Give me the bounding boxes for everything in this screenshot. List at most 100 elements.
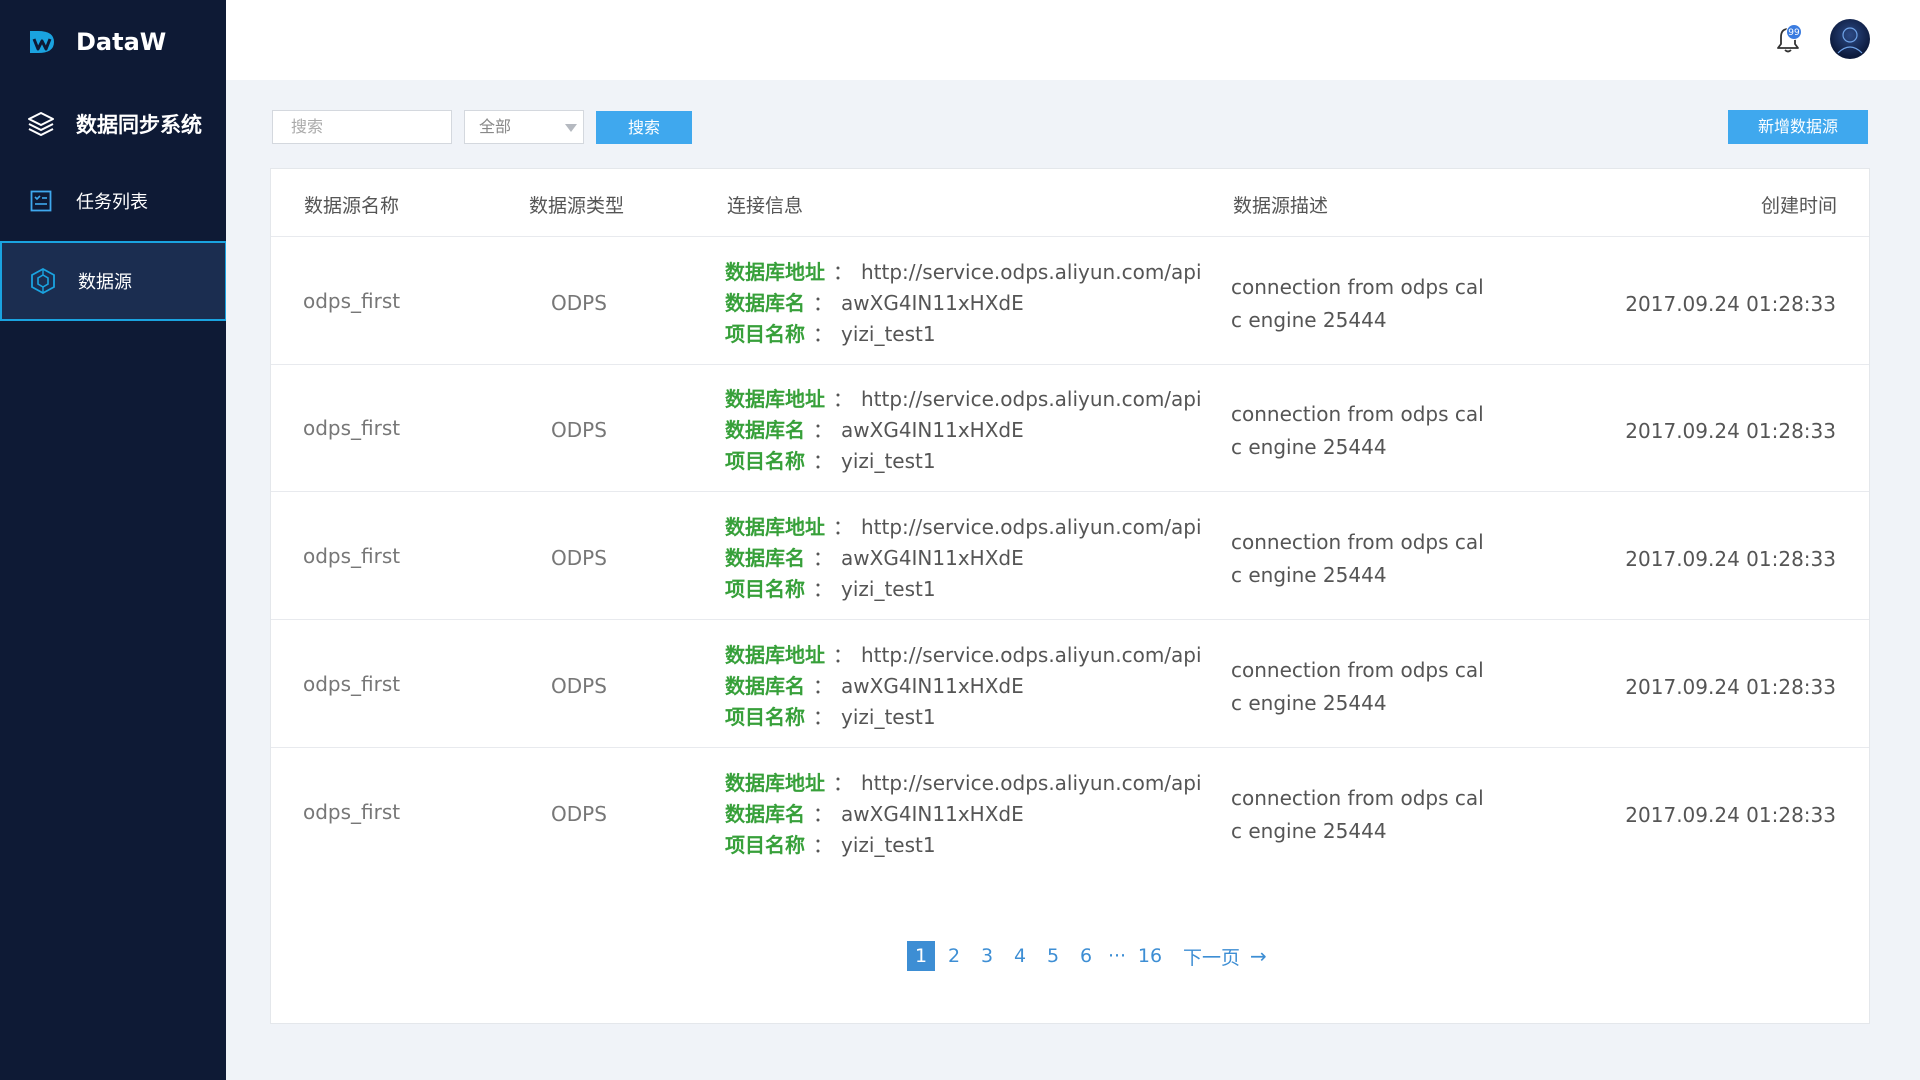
connection-value: awXG4IN11xHXdE	[841, 674, 1024, 698]
search-input[interactable]: 搜索	[272, 110, 452, 144]
sidebar-item-sync-system[interactable]: 数据同步系统	[0, 96, 226, 152]
connection-value: http://service.odps.aliyun.com/api	[861, 515, 1202, 539]
connection-separator: ：	[813, 449, 833, 473]
connection-line: 数据库地址 ： http://service.odps.aliyun.com/api	[725, 257, 1202, 288]
connection-key: 数据库地址	[725, 260, 825, 284]
connection-key: 数据库名	[725, 546, 805, 570]
connection-separator: ：	[813, 577, 833, 601]
connection-line: 数据库地址 ： http://service.odps.aliyun.com/api	[725, 640, 1202, 671]
table-row[interactable]: odps_first ODPS 数据库地址 ： http://service.odps.…	[271, 748, 1869, 876]
connection-line: 项目名称 ： yizi_test1	[725, 702, 1202, 733]
sidebar-item-label: 数据同步系统	[76, 113, 202, 137]
description-line: c engine 25444	[1231, 691, 1387, 715]
description-line: c engine 25444	[1231, 435, 1387, 459]
connection-value: awXG4IN11xHXdE	[841, 291, 1024, 315]
page-button-4[interactable]: 4	[1006, 941, 1034, 971]
description-line: connection from odps cal	[1231, 658, 1484, 682]
connection-separator: ：	[813, 291, 833, 315]
connection-line: 数据库名 ： awXG4IN11xHXdE	[725, 288, 1202, 319]
connection-value: awXG4IN11xHXdE	[841, 802, 1024, 826]
connection-line: 数据库地址 ： http://service.odps.aliyun.com/api	[725, 512, 1202, 543]
column-header-name: 数据源名称	[304, 195, 400, 217]
table-row[interactable]: odps_first ODPS 数据库地址 ： http://service.odps.…	[271, 364, 1869, 492]
task-list-icon	[26, 186, 56, 216]
cell-datasource-name: odps_first	[303, 800, 401, 824]
connection-key: 数据库名	[725, 291, 805, 315]
connection-key: 数据库名	[725, 802, 805, 826]
page-button-last[interactable]: 16	[1133, 945, 1167, 967]
connection-value: yizi_test1	[841, 833, 936, 857]
connection-key: 数据库地址	[725, 771, 825, 795]
connection-line: 数据库名 ： awXG4IN11xHXdE	[725, 543, 1202, 574]
connection-key: 数据库地址	[725, 643, 825, 667]
connection-line: 项目名称 ： yizi_test1	[725, 446, 1202, 477]
connection-separator: ：	[813, 546, 833, 570]
layers-icon	[26, 109, 56, 139]
connection-separator: ：	[833, 643, 853, 667]
cell-connection-info: 数据库地址 ： http://service.odps.aliyun.com/api…	[725, 384, 1202, 477]
connection-separator: ：	[813, 705, 833, 729]
connection-separator: ：	[813, 322, 833, 346]
table-row[interactable]: odps_first ODPS 数据库地址 ： http://service.odps.…	[271, 492, 1869, 620]
connection-separator: ：	[813, 418, 833, 442]
sidebar-item-label: 任务列表	[76, 192, 148, 213]
cell-connection-info: 数据库地址 ： http://service.odps.aliyun.com/api…	[725, 257, 1202, 350]
cell-description: connection from odps cal c engine 25444	[1231, 654, 1491, 720]
cell-datasource-type: ODPS	[551, 802, 607, 826]
table-row[interactable]: odps_first ODPS 数据库地址 ： http://service.odps.…	[271, 620, 1869, 748]
sidebar-item-datasource[interactable]: 数据源	[0, 241, 226, 321]
sidebar-item-label: 数据源	[78, 272, 132, 293]
description-line: connection from odps cal	[1231, 786, 1484, 810]
cell-datasource-name: odps_first	[303, 416, 401, 440]
type-filter-select[interactable]: 全部	[464, 110, 584, 144]
page-button-5[interactable]: 5	[1039, 941, 1067, 971]
connection-line: 数据库地址 ： http://service.odps.aliyun.com/api	[725, 384, 1202, 415]
cell-created-time: 2017.09.24 01:28:33	[1625, 292, 1836, 316]
connection-key: 项目名称	[725, 833, 805, 857]
avatar-image	[1837, 27, 1863, 54]
connection-line: 数据库名 ： awXG4IN11xHXdE	[725, 671, 1202, 702]
connection-separator: ：	[833, 515, 853, 539]
connection-key: 数据库地址	[725, 387, 825, 411]
next-page-button[interactable]: 下一页	[1183, 943, 1240, 970]
pagination: 1 2 3 4 5 6 ··· 16 下一页 →	[907, 941, 1267, 971]
cell-datasource-name: odps_first	[303, 544, 401, 568]
connection-key: 项目名称	[725, 449, 805, 473]
connection-line: 项目名称 ： yizi_test1	[725, 319, 1202, 350]
page-button-6[interactable]: 6	[1072, 941, 1100, 971]
logo-icon	[30, 31, 54, 53]
connection-separator: ：	[813, 802, 833, 826]
app-logo[interactable]: DataW	[28, 22, 166, 62]
sidebar-item-task-list[interactable]: 任务列表	[0, 173, 226, 229]
cell-connection-info: 数据库地址 ： http://service.odps.aliyun.com/api…	[725, 512, 1202, 605]
column-header-type: 数据源类型	[529, 195, 625, 217]
connection-value: awXG4IN11xHXdE	[841, 418, 1024, 442]
chevron-down-icon	[565, 124, 577, 132]
connection-line: 数据库名 ： awXG4IN11xHXdE	[725, 799, 1202, 830]
column-header-created-time: 创建时间	[1760, 195, 1837, 217]
connection-value: yizi_test1	[841, 577, 936, 601]
table-row[interactable]: odps_first ODPS 数据库地址 ： http://service.odps.…	[271, 237, 1869, 365]
connection-key: 数据库名	[725, 418, 805, 442]
page-ellipsis: ···	[1107, 945, 1127, 967]
connection-value: awXG4IN11xHXdE	[841, 546, 1024, 570]
add-datasource-button[interactable]: 新增数据源	[1728, 110, 1868, 144]
connection-key: 项目名称	[725, 705, 805, 729]
arrow-right-icon[interactable]: →	[1250, 944, 1267, 968]
connection-key: 项目名称	[725, 322, 805, 346]
avatar[interactable]	[1830, 19, 1870, 59]
column-header-connection: 连接信息	[727, 195, 804, 217]
description-line: connection from odps cal	[1231, 402, 1484, 426]
cell-connection-info: 数据库地址 ： http://service.odps.aliyun.com/api…	[725, 640, 1202, 733]
page-button-3[interactable]: 3	[973, 941, 1001, 971]
connection-key: 项目名称	[725, 577, 805, 601]
top-header	[226, 0, 1920, 80]
page-button-2[interactable]: 2	[940, 941, 968, 971]
search-button[interactable]: 搜索	[596, 111, 692, 144]
connection-value: http://service.odps.aliyun.com/api	[861, 260, 1202, 284]
connection-key: 数据库地址	[725, 515, 825, 539]
column-header-description: 数据源描述	[1233, 195, 1329, 217]
app-name: DataW	[76, 28, 167, 56]
page-button-1[interactable]: 1	[907, 941, 935, 971]
connection-key: 数据库名	[725, 674, 805, 698]
